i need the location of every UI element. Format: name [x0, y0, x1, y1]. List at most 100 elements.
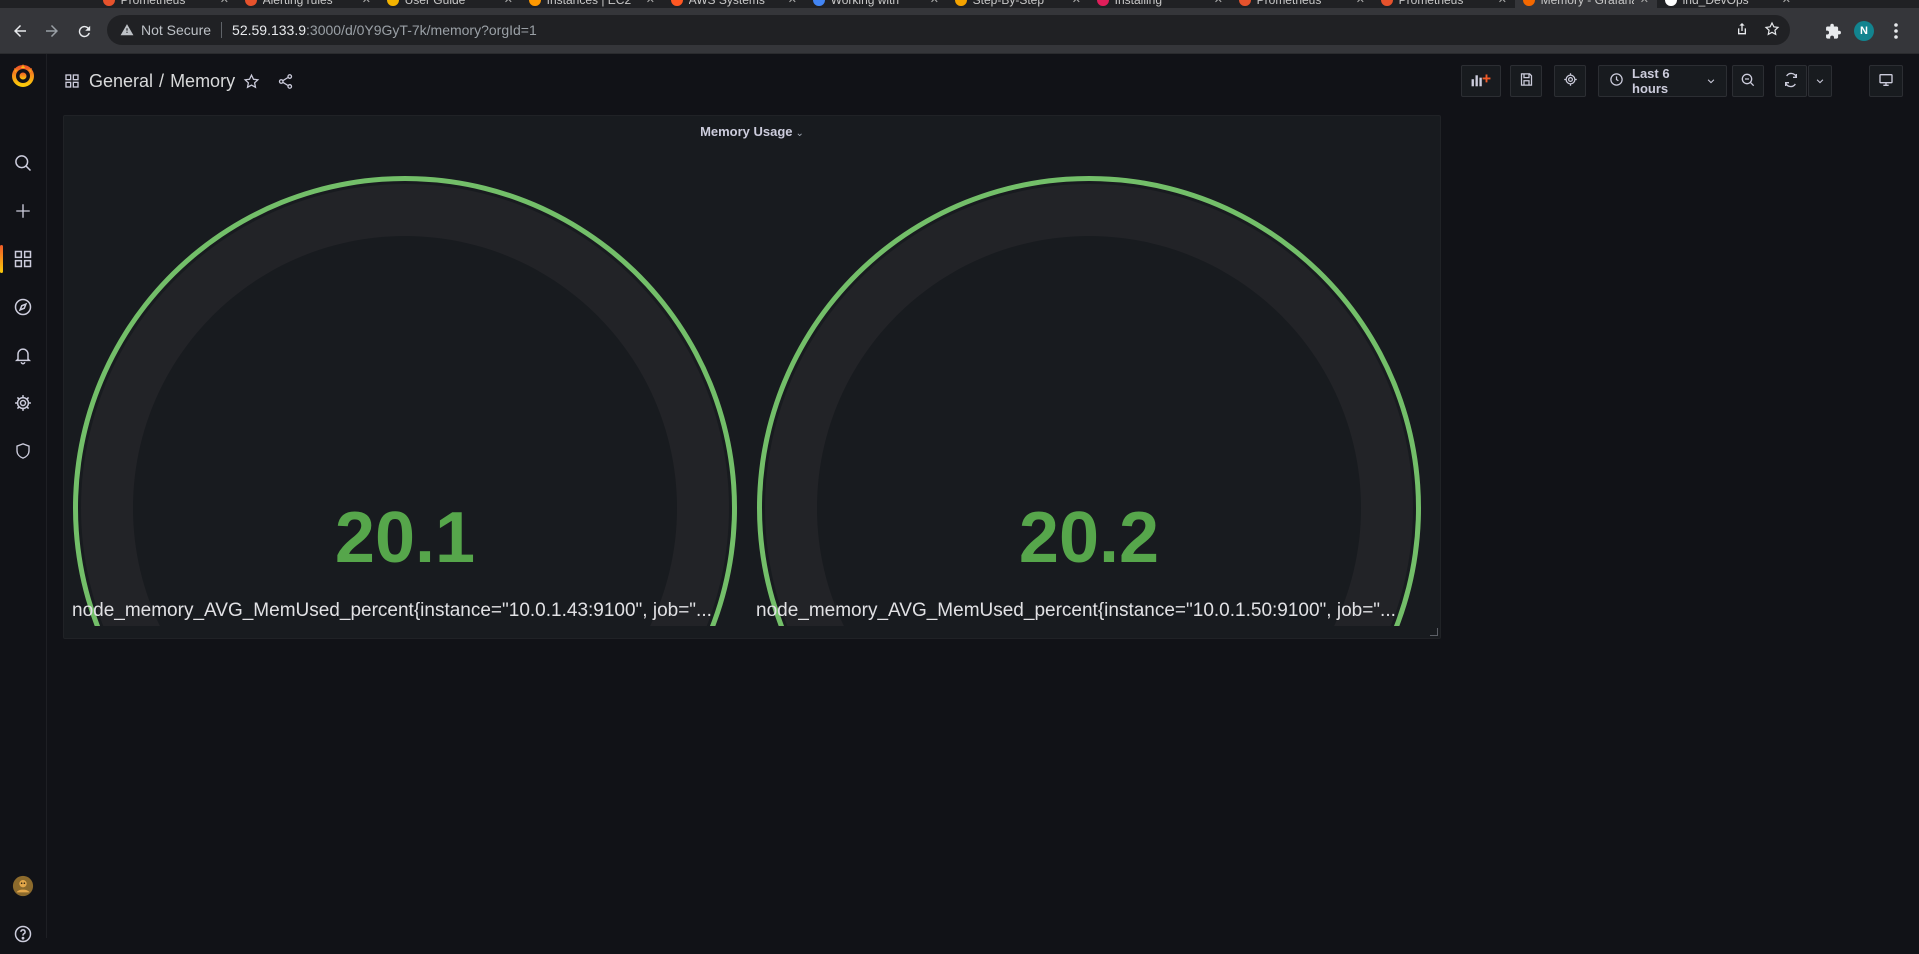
- refresh-button[interactable]: [1775, 65, 1807, 97]
- clock-icon: [1609, 72, 1624, 90]
- browser-menu-icon[interactable]: [1886, 21, 1906, 41]
- dashboards-icon[interactable]: [0, 239, 46, 279]
- dashboard-settings-button[interactable]: [1554, 65, 1586, 97]
- tab-label: AWS Systems: [689, 0, 782, 7]
- add-panel-button[interactable]: [1461, 65, 1501, 97]
- warning-icon: [119, 22, 135, 38]
- chevron-down-icon: ⌄: [795, 128, 804, 139]
- search-icon[interactable]: [0, 143, 46, 183]
- explore-compass-icon[interactable]: [0, 287, 46, 327]
- grafana-sidemenu: [0, 54, 47, 943]
- panel-resize-handle[interactable]: [1430, 628, 1438, 636]
- add-panel-icon: [1470, 72, 1492, 91]
- share-page-icon[interactable]: [1734, 21, 1750, 40]
- back-icon[interactable]: [9, 20, 31, 42]
- close-tab-icon[interactable]: ✕: [1640, 0, 1649, 6]
- tab-label: Instances | EC2: [547, 0, 640, 7]
- chevron-down-icon: [1815, 74, 1825, 89]
- alerting-bell-icon[interactable]: [0, 335, 46, 375]
- tab-label: Installing: [1115, 0, 1208, 7]
- zoom-out-button[interactable]: [1732, 65, 1764, 97]
- memory-usage-panel: Memory Usage ⌄ 20.1 node_memory_AVG_MemUs…: [63, 115, 1441, 820]
- refresh-interval-dropdown[interactable]: [1808, 65, 1832, 97]
- browser-tab-strip: Prometheus✕Alerting rules✕User Guide✕Ins…: [0, 0, 1919, 8]
- browser-tab[interactable]: Prometheus ✕: [1231, 0, 1373, 8]
- breadcrumb: General / Memory: [89, 71, 235, 92]
- reload-icon[interactable]: [73, 20, 95, 42]
- bookmark-star-icon[interactable]: [1764, 21, 1780, 40]
- tab-favicon-icon: [387, 0, 399, 6]
- server-admin-shield-icon[interactable]: [0, 431, 46, 471]
- zoom-out-icon: [1740, 72, 1756, 91]
- tab-label: Prometheus: [1257, 0, 1350, 7]
- browser-tab[interactable]: ind_DevOps ✕: [1657, 0, 1799, 8]
- cycle-view-mode-button[interactable]: [1869, 65, 1903, 97]
- tab-favicon-icon: [1381, 0, 1393, 6]
- breadcrumb-folder[interactable]: General: [89, 71, 153, 92]
- tab-favicon-icon: [529, 0, 541, 6]
- browser-tab[interactable]: Prometheus ✕: [1373, 0, 1515, 8]
- close-tab-icon[interactable]: ✕: [1072, 0, 1081, 6]
- dashboard-title[interactable]: Memory: [170, 71, 235, 92]
- tab-favicon-icon: [1665, 0, 1677, 6]
- favorite-star-icon[interactable]: [243, 73, 260, 95]
- gauge-value: 20.1: [334, 498, 476, 578]
- create-plus-icon[interactable]: [0, 191, 46, 231]
- browser-tab[interactable]: Step-By-Step ✕: [947, 0, 1089, 8]
- tab-favicon-icon: [1097, 0, 1109, 6]
- tab-label: ind_DevOps: [1683, 0, 1776, 7]
- close-tab-icon[interactable]: ✕: [362, 0, 371, 6]
- close-tab-icon[interactable]: ✕: [1356, 0, 1365, 6]
- configuration-gear-icon[interactable]: [0, 383, 46, 423]
- tab-label: Prometheus: [121, 0, 214, 7]
- close-tab-icon[interactable]: ✕: [646, 0, 655, 6]
- panel-header[interactable]: Memory Usage ⌄: [64, 124, 1440, 139]
- browser-tab[interactable]: AWS Systems ✕: [663, 0, 805, 8]
- browser-tab[interactable]: Memory - Grafana ✕: [1515, 0, 1657, 8]
- close-tab-icon[interactable]: ✕: [788, 0, 797, 6]
- tab-favicon-icon: [103, 0, 115, 6]
- browser-tab[interactable]: Alerting rules ✕: [237, 0, 379, 8]
- time-range-label: Last 6 hours: [1632, 66, 1670, 96]
- tab-favicon-icon: [955, 0, 967, 6]
- tab-label: Memory - Grafana: [1541, 0, 1634, 7]
- tab-favicon-icon: [1239, 0, 1251, 6]
- user-avatar-icon[interactable]: [0, 866, 46, 906]
- browser-tab[interactable]: Instances | EC2 ✕: [521, 0, 663, 8]
- forward-icon[interactable]: [41, 20, 63, 42]
- tab-label: Working with: [831, 0, 924, 7]
- share-dashboard-icon[interactable]: [277, 73, 294, 95]
- close-tab-icon[interactable]: ✕: [504, 0, 513, 6]
- panel-title[interactable]: Memory Usage: [700, 124, 792, 139]
- tab-favicon-icon: [813, 0, 825, 6]
- save-icon: [1519, 72, 1534, 90]
- omnibox-actions: [1734, 21, 1780, 40]
- browser-toolbar: Not Secure 52.59.133.9 :3000/d/0Y9GyT-7k…: [0, 8, 1919, 54]
- tab-favicon-icon: [671, 0, 683, 6]
- close-tab-icon[interactable]: ✕: [220, 0, 229, 6]
- gauge-instance-43: 20.1: [67, 156, 743, 820]
- profile-avatar[interactable]: N: [1854, 21, 1874, 41]
- close-tab-icon[interactable]: ✕: [1782, 0, 1791, 6]
- tab-label: User Guide: [405, 0, 498, 7]
- browser-tab[interactable]: Working with ✕: [805, 0, 947, 8]
- close-tab-icon[interactable]: ✕: [930, 0, 939, 6]
- dashboard-navbar: General / Memory Last 6 hours: [47, 54, 1919, 114]
- gauge-instance-50: 20.2: [751, 156, 1427, 820]
- address-divider: [221, 22, 223, 38]
- time-picker-button[interactable]: Last 6 hours: [1598, 65, 1727, 97]
- help-icon[interactable]: [0, 914, 46, 954]
- address-bar[interactable]: Not Secure 52.59.133.9 :3000/d/0Y9GyT-7k…: [107, 15, 1790, 45]
- dashboard-grid-icon: [64, 73, 82, 91]
- chevron-down-icon: [1706, 74, 1716, 89]
- gauge-value: 20.2: [1018, 498, 1160, 578]
- save-dashboard-button[interactable]: [1510, 65, 1542, 97]
- close-tab-icon[interactable]: ✕: [1214, 0, 1223, 6]
- browser-tab[interactable]: Installing ✕: [1089, 0, 1231, 8]
- close-tab-icon[interactable]: ✕: [1498, 0, 1507, 6]
- extensions-icon[interactable]: [1822, 20, 1844, 42]
- browser-tab[interactable]: User Guide ✕: [379, 0, 521, 8]
- grafana-logo-icon[interactable]: [10, 62, 36, 88]
- browser-tab[interactable]: Prometheus ✕: [95, 0, 237, 8]
- url-path: :3000/d/0Y9GyT-7k/memory?orgId=1: [306, 22, 537, 38]
